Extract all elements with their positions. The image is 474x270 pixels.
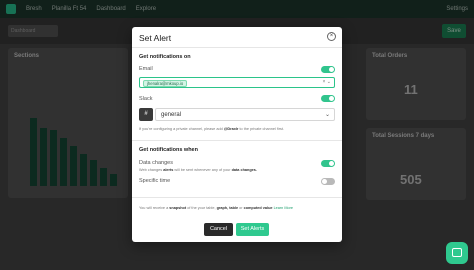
slack-channel-value: general	[161, 112, 182, 118]
section-heading-when: Get notifications when	[139, 147, 198, 153]
learn-more-link[interactable]: Learn More	[274, 206, 293, 210]
specific-time-label: Specific time	[139, 178, 171, 184]
email-chip[interactable]: jhenalra@mkoup.io	[143, 79, 188, 87]
modal-title: Set Alert	[139, 33, 172, 43]
snapshot-footnote: You will receive a snapshot of the your …	[139, 206, 293, 210]
chevron-down-icon: ⌄	[324, 112, 330, 118]
email-toggle[interactable]	[321, 66, 335, 73]
divider	[132, 140, 342, 141]
specific-time-toggle[interactable]	[321, 178, 335, 185]
section-heading-on: Get notifications on	[139, 54, 191, 60]
data-changes-toggle[interactable]	[321, 160, 335, 167]
set-alert-modal: Set Alert × Get notifications on Email j…	[132, 27, 342, 242]
data-changes-hint: Web changes alerts will be sent whenever…	[139, 168, 257, 172]
clear-chevron-icon[interactable]: × ⌄	[323, 79, 332, 85]
slack-hint: If you're configuring a private channel,…	[139, 127, 285, 131]
slack-channel-select[interactable]: general ⌄	[155, 108, 335, 121]
data-changes-label: Data changes	[139, 160, 173, 166]
slack-label: Slack	[139, 96, 153, 102]
cancel-button[interactable]: Cancel	[204, 223, 233, 236]
slack-icon: #	[139, 108, 153, 121]
email-label: Email	[139, 66, 153, 72]
divider	[132, 197, 342, 198]
email-recipients-input[interactable]: jhenalra@mkoup.io × ⌄	[139, 77, 335, 88]
chat-icon[interactable]	[446, 242, 468, 264]
close-icon[interactable]: ×	[327, 32, 336, 41]
set-alerts-button[interactable]: Set Alerts	[236, 223, 269, 236]
slack-channel-row: # general ⌄	[139, 108, 335, 121]
divider	[132, 47, 342, 48]
slack-toggle[interactable]	[321, 95, 335, 102]
